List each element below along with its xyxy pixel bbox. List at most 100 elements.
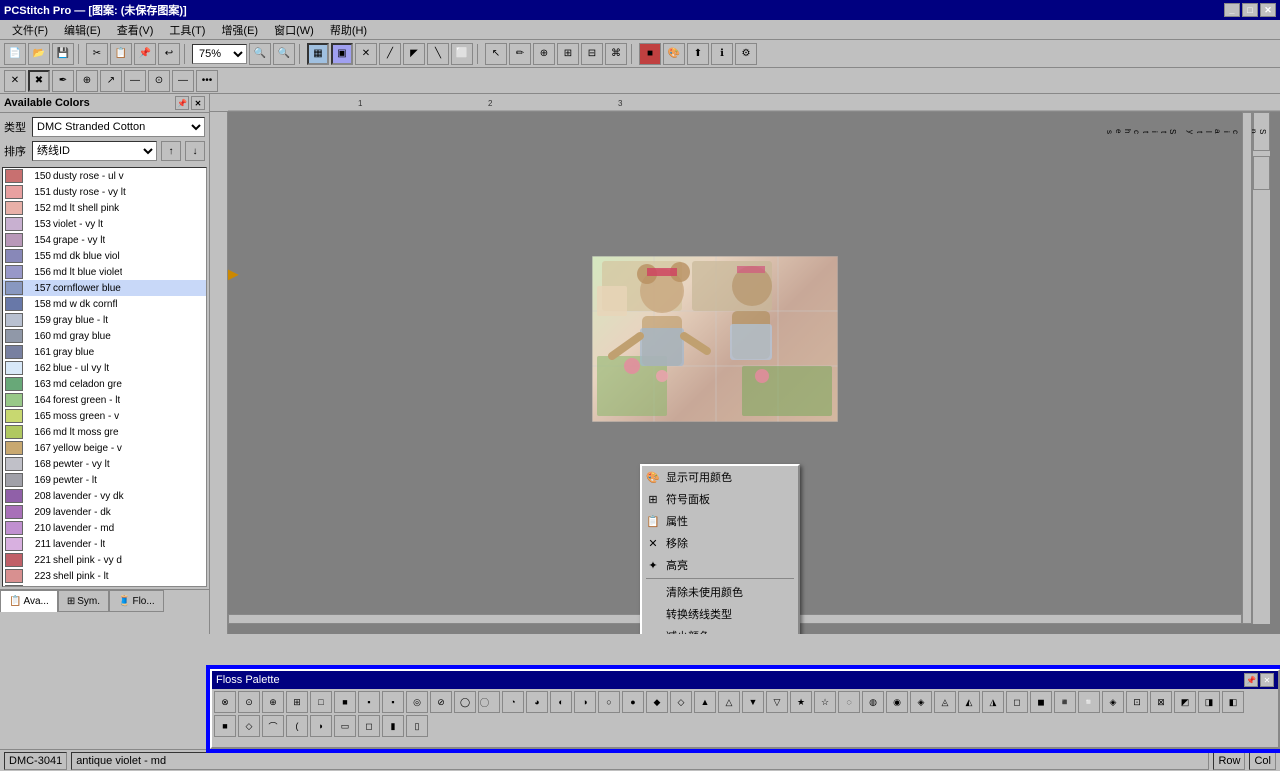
order-sort-asc[interactable]: ↑ [161, 141, 181, 161]
floss-symbol-btn[interactable]: ⊕ [262, 691, 284, 713]
floss-close[interactable]: ✕ [1260, 673, 1274, 687]
floss-symbol-btn[interactable]: ◆ [646, 691, 668, 713]
floss-symbol-btn[interactable]: ◍ [862, 691, 884, 713]
back-stitch-btn[interactable]: ╲ [427, 43, 449, 65]
tool-d[interactable]: ⊞ [557, 43, 579, 65]
color-row[interactable]: 166md lt moss gre [3, 424, 206, 440]
floss-symbol-btn[interactable]: ◬ [934, 691, 956, 713]
floss-symbol-btn[interactable]: ⊙ [238, 691, 260, 713]
ctx-symbols-panel[interactable]: ⊞ 符号面板 [642, 488, 798, 510]
floss-symbol-btn[interactable]: ◽ [1078, 691, 1100, 713]
floss-symbol-btn[interactable]: ◧ [1222, 691, 1244, 713]
color-row[interactable]: 156md lt blue violet [3, 264, 206, 280]
ctx-convert-type[interactable]: 转换绣线类型 [642, 603, 798, 625]
floss-symbol-btn[interactable]: ▪ [358, 691, 380, 713]
cut-btn[interactable]: ✂ [86, 43, 108, 65]
floss-symbol-btn[interactable]: ◐ [550, 691, 572, 713]
t2-btn2[interactable]: ✖ [28, 70, 50, 92]
ctx-properties[interactable]: 📋 属性 [642, 510, 798, 532]
t2-btn1[interactable]: ✕ [4, 70, 26, 92]
import-btn[interactable]: ⬆ [687, 43, 709, 65]
floss-symbol-btn[interactable]: ○ [598, 691, 620, 713]
zoom-select[interactable]: 75% 100% 50% [192, 44, 247, 64]
menu-enhance[interactable]: 增强(E) [213, 20, 266, 40]
floss-symbol-btn[interactable]: ◎ [406, 691, 428, 713]
floss-symbol-btn[interactable]: ☆ [814, 691, 836, 713]
zoom-in-btn[interactable]: 🔍 [249, 43, 271, 65]
color-row[interactable]: 158md w dk cornfl [3, 296, 206, 312]
info-btn[interactable]: ℹ [711, 43, 733, 65]
tool-e[interactable]: ⊟ [581, 43, 603, 65]
color-row[interactable]: 223shell pink - lt [3, 568, 206, 584]
floss-symbol-btn[interactable]: ⃝ [478, 691, 500, 713]
floss-symbol-btn[interactable]: ⊗ [214, 691, 236, 713]
floss-symbol-btn[interactable]: ◩ [1174, 691, 1196, 713]
floss-symbol-btn[interactable]: ◻ [1006, 691, 1028, 713]
ctx-show-colors[interactable]: 🎨 显示可用颜色 [642, 466, 798, 488]
color-row[interactable]: 164forest green - lt [3, 392, 206, 408]
color-row[interactable]: 224shell pink - vy lt [3, 584, 206, 587]
color-row[interactable]: 167yellow beige - v [3, 440, 206, 456]
floss-symbol-btn[interactable]: ▽ [766, 691, 788, 713]
color-row[interactable]: 165moss green - v [3, 408, 206, 424]
fill-btn[interactable]: ■ [639, 43, 661, 65]
color-row[interactable]: 210lavender - md [3, 520, 206, 536]
copy-btn[interactable]: 📋 [110, 43, 132, 65]
ctx-clear-unused[interactable]: 清除未使用颜色 [642, 581, 798, 603]
select-btn[interactable]: ▣ [331, 43, 353, 65]
menu-help[interactable]: 帮助(H) [322, 20, 375, 40]
tab-floss[interactable]: 🧵 Flo... [109, 590, 164, 612]
ctx-highlight[interactable]: ✦ 高亮 [642, 554, 798, 576]
floss-symbol-btn[interactable]: ◨ [1198, 691, 1220, 713]
menu-view[interactable]: 查看(V) [109, 20, 162, 40]
floss-symbol-btn[interactable]: ▲ [694, 691, 716, 713]
tool-f[interactable]: ⌘ [605, 43, 627, 65]
color-row[interactable]: 150dusty rose - ul v [3, 168, 206, 184]
color-row[interactable]: 163md celadon gre [3, 376, 206, 392]
color-row[interactable]: 221shell pink - vy d [3, 552, 206, 568]
paste-btn[interactable]: 📌 [134, 43, 156, 65]
floss-symbol-btn-2[interactable]: ▯ [406, 715, 428, 737]
menu-edit[interactable]: 编辑(E) [56, 20, 109, 40]
floss-symbol-btn-2[interactable]: ◗ [310, 715, 332, 737]
floss-symbol-btn[interactable]: ◭ [958, 691, 980, 713]
floss-symbol-btn[interactable]: ◾ [1054, 691, 1076, 713]
color-row[interactable]: 154grape - vy lt [3, 232, 206, 248]
panel-pin[interactable]: 📌 [175, 96, 189, 110]
quarter-btn[interactable]: ◤ [403, 43, 425, 65]
color-row[interactable]: 157cornflower blue [3, 280, 206, 296]
floss-symbol-btn[interactable]: ◔ [502, 691, 524, 713]
floss-symbol-btn[interactable]: ■ [334, 691, 356, 713]
floss-symbol-btn[interactable]: ⊠ [1150, 691, 1172, 713]
specialty-tab2[interactable] [1253, 156, 1270, 190]
panel-close[interactable]: ✕ [191, 96, 205, 110]
color-row[interactable]: 162blue - ul vy lt [3, 360, 206, 376]
floss-symbol-btn-2[interactable]: ▭ [334, 715, 356, 737]
floss-symbol-btn[interactable]: △ [718, 691, 740, 713]
floss-symbol-btn-2[interactable]: ⌒ [262, 715, 284, 737]
floss-symbol-btn[interactable]: ◑ [574, 691, 596, 713]
floss-symbol-btn[interactable]: ◌ [838, 691, 860, 713]
color-row[interactable]: 208lavender - vy dk [3, 488, 206, 504]
ctx-reduce-colors[interactable]: 减少颜色 [642, 625, 798, 634]
open-btn[interactable]: 📂 [28, 43, 50, 65]
zoom-out-btn[interactable]: 🔍 [273, 43, 295, 65]
new-btn[interactable]: 📄 [4, 43, 26, 65]
floss-symbol-btn[interactable]: ◯ [454, 691, 476, 713]
cross-btn[interactable]: ✕ [355, 43, 377, 65]
t2-btn7[interactable]: ⊙ [148, 70, 170, 92]
floss-symbol-btn[interactable]: ◕ [526, 691, 548, 713]
tool-b[interactable]: ✏ [509, 43, 531, 65]
right-scrollbar[interactable] [1242, 112, 1252, 624]
config-btn[interactable]: ⚙ [735, 43, 757, 65]
menu-tools[interactable]: 工具(T) [161, 20, 213, 40]
order-select[interactable]: 绣线ID [32, 141, 157, 161]
t2-btn8[interactable]: — [172, 70, 194, 92]
save-btn[interactable]: 💾 [52, 43, 74, 65]
floss-symbol-btn[interactable]: ★ [790, 691, 812, 713]
canvas-area[interactable]: 1 2 3 ▶ [210, 94, 1280, 634]
floss-symbol-btn[interactable]: ⊞ [286, 691, 308, 713]
order-sort-desc[interactable]: ↓ [185, 141, 205, 161]
floss-symbol-btn[interactable]: ◇ [670, 691, 692, 713]
t2-btn9[interactable]: ••• [196, 70, 218, 92]
